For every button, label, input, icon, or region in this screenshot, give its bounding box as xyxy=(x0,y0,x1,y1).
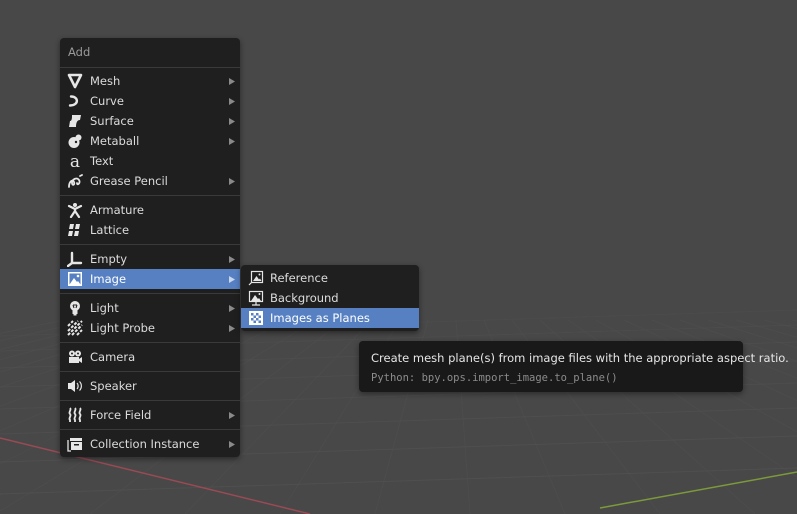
tooltip-python-path: Python: bpy.ops.import_image.to_plane() xyxy=(371,372,618,384)
submenu-item-images-as-planes[interactable]: Images as Planes xyxy=(241,308,419,328)
submenu-item-label: Reference xyxy=(270,271,328,285)
menu-item-label: Force Field xyxy=(90,408,152,422)
menu-item-collection-instance[interactable]: Collection Instance xyxy=(60,434,240,454)
submenu-arrow-icon xyxy=(228,318,236,338)
menu-item-label: Image xyxy=(90,272,127,286)
menu-separator xyxy=(60,293,240,294)
menu-separator xyxy=(60,429,240,430)
submenu-arrow-icon xyxy=(228,269,236,289)
armature-icon xyxy=(67,202,83,218)
y-axis-line xyxy=(599,471,797,509)
force-field-icon xyxy=(67,407,83,423)
menu-item-light-probe[interactable]: Light Probe xyxy=(60,318,240,338)
menu-separator xyxy=(60,400,240,401)
menu-item-label: Armature xyxy=(90,203,144,217)
menu-item-speaker[interactable]: Speaker xyxy=(60,376,240,396)
menu-item-surface[interactable]: Surface xyxy=(60,111,240,131)
menu-item-label: Surface xyxy=(90,114,134,128)
metaball-icon xyxy=(67,133,83,149)
collection-instance-icon xyxy=(67,436,83,452)
svg-text:a: a xyxy=(70,153,80,169)
menu-separator xyxy=(60,342,240,343)
speaker-icon xyxy=(67,378,83,394)
submenu-item-reference[interactable]: Reference xyxy=(241,268,419,288)
menu-item-camera[interactable]: Camera xyxy=(60,347,240,367)
submenu-arrow-icon xyxy=(228,131,236,151)
surface-icon xyxy=(67,113,83,129)
curve-icon xyxy=(67,93,83,109)
menu-item-image[interactable]: Image xyxy=(60,269,240,289)
menu-separator xyxy=(60,195,240,196)
menu-item-text[interactable]: a Text xyxy=(60,151,240,171)
menu-item-armature[interactable]: Armature xyxy=(60,200,240,220)
image-reference-icon xyxy=(248,270,264,286)
menu-item-force-field[interactable]: Force Field xyxy=(60,405,240,425)
menu-item-label: Light Probe xyxy=(90,321,155,335)
menu-item-label: Lattice xyxy=(90,223,130,237)
grid-line xyxy=(735,319,797,338)
menu-item-label: Grease Pencil xyxy=(90,174,168,188)
menu-item-label: Empty xyxy=(90,252,128,266)
menu-item-curve[interactable]: Curve xyxy=(60,91,240,111)
tooltip-description: Create mesh plane(s) from image files wi… xyxy=(371,351,789,365)
grid-line xyxy=(791,319,797,322)
menu-item-label: Text xyxy=(90,154,114,168)
submenu-arrow-icon xyxy=(228,249,236,269)
grid-line xyxy=(763,319,797,330)
menu-item-label: Curve xyxy=(90,94,124,108)
menu-separator xyxy=(60,244,240,245)
image-submenu: Reference Background Images as Planes xyxy=(241,265,419,331)
menu-item-lattice[interactable]: Lattice xyxy=(60,220,240,240)
grease-pencil-icon xyxy=(67,173,83,189)
submenu-arrow-icon xyxy=(228,298,236,318)
menu-item-metaball[interactable]: Metaball xyxy=(60,131,240,151)
add-menu: Add Mesh Curve Surface Metaball a Text G… xyxy=(60,38,240,457)
menu-item-label: Light xyxy=(90,301,119,315)
submenu-arrow-icon xyxy=(228,111,236,131)
submenu-item-label: Background xyxy=(270,291,339,305)
submenu-item-background[interactable]: Background xyxy=(241,288,419,308)
menu-item-label: Metaball xyxy=(90,134,140,148)
empty-icon xyxy=(67,251,83,267)
grid-line xyxy=(0,467,797,495)
operator-tooltip: Create mesh plane(s) from image files wi… xyxy=(359,341,789,392)
image-icon xyxy=(67,271,83,287)
images-as-planes-icon xyxy=(248,310,264,326)
menu-item-label: Speaker xyxy=(90,379,137,393)
menu-item-grease-pencil[interactable]: Grease Pencil xyxy=(60,171,240,191)
submenu-arrow-icon xyxy=(228,71,236,91)
submenu-arrow-icon xyxy=(228,91,236,111)
menu-item-label: Collection Instance xyxy=(90,437,200,451)
submenu-arrow-icon xyxy=(228,171,236,191)
menu-item-label: Mesh xyxy=(90,74,121,88)
text-icon: a xyxy=(67,153,83,169)
menu-separator xyxy=(60,371,240,372)
menu-item-mesh[interactable]: Mesh xyxy=(60,71,240,91)
add-menu-title: Add xyxy=(60,38,240,68)
image-background-icon xyxy=(248,290,264,306)
lattice-icon xyxy=(67,222,83,238)
camera-icon xyxy=(67,349,83,365)
submenu-arrow-icon xyxy=(228,405,236,425)
light-probe-icon xyxy=(67,320,83,336)
menu-item-label: Camera xyxy=(90,350,136,364)
light-icon xyxy=(67,300,83,316)
submenu-arrow-icon xyxy=(228,434,236,454)
menu-item-light[interactable]: Light xyxy=(60,298,240,318)
submenu-item-label: Images as Planes xyxy=(270,311,370,325)
mesh-icon xyxy=(67,73,83,89)
menu-item-empty[interactable]: Empty xyxy=(60,249,240,269)
